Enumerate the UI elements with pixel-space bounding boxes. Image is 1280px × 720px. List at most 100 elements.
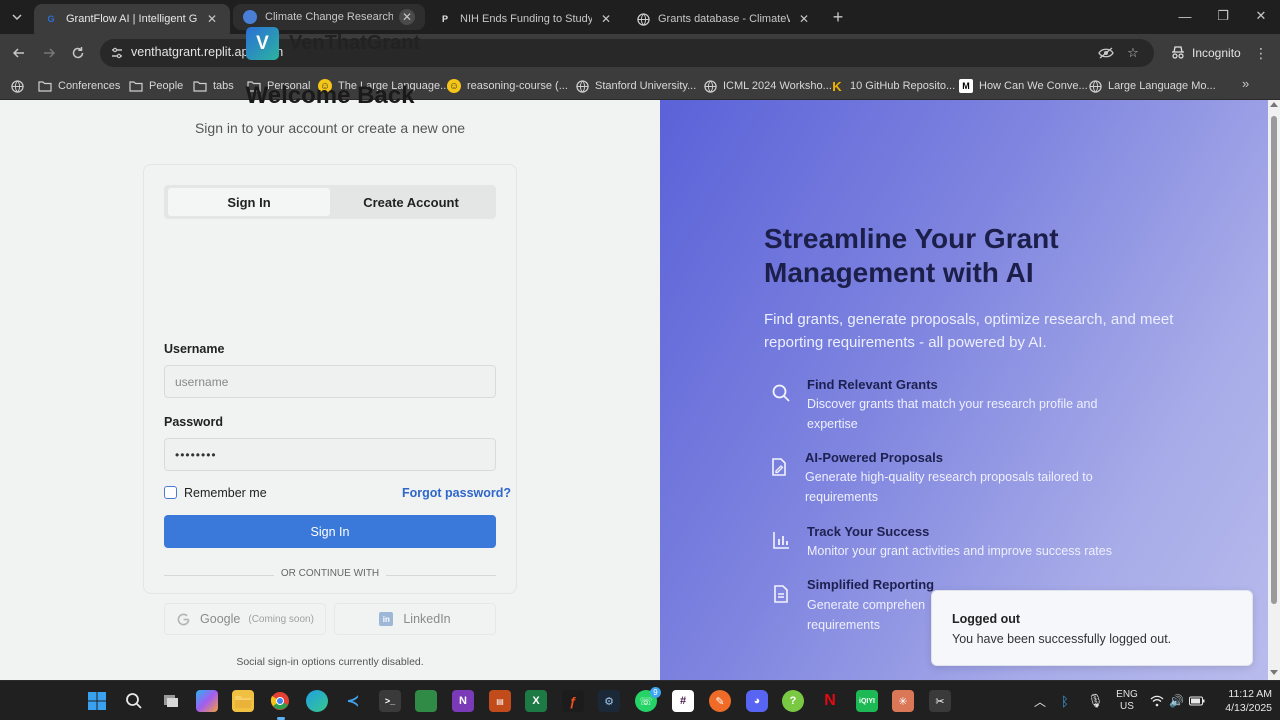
windows-taskbar: ≺ >_ N ▤ X ƒ ⚙ ☏ 9 # ✎ ◕ ? N iQIYI ✳ ✂ ︿… <box>0 680 1280 720</box>
browser-tab-climateworks[interactable]: Grants database - ClimateWork ✕ <box>626 4 822 34</box>
bookmarks-overflow-icon[interactable]: » <box>1242 76 1249 91</box>
tray-overflow-icon[interactable]: ︿ <box>1034 681 1046 720</box>
reload-button[interactable] <box>67 42 89 64</box>
claude-icon[interactable]: ✳ <box>892 690 914 712</box>
sign-in-button[interactable]: Sign In <box>164 515 496 548</box>
bookmark-llm-mo[interactable]: Large Language Mo... <box>1088 76 1216 96</box>
divider-text: OR CONTINUE WITH <box>280 568 380 579</box>
figma-icon[interactable]: ƒ <box>562 690 584 712</box>
toast-message: You have been successfully logged out. <box>952 632 1172 646</box>
feature-desc: Monitor your grant activities and improv… <box>807 544 1112 558</box>
incognito-icon <box>1172 46 1184 59</box>
tab-create-account[interactable]: Create Account <box>330 188 492 216</box>
copilot-icon[interactable] <box>196 690 218 712</box>
globe-icon <box>636 12 650 26</box>
restore-button[interactable]: ❐ <box>1204 0 1242 32</box>
task-view-icon[interactable] <box>160 690 182 712</box>
google-signin-button[interactable]: Google (Coming soon) <box>164 603 326 635</box>
forward-button[interactable] <box>38 42 60 64</box>
tab-sign-in[interactable]: Sign In <box>168 188 330 216</box>
search-icon[interactable] <box>123 690 145 712</box>
forgot-password-link[interactable]: Forgot password? <box>402 486 511 500</box>
sheets-app-icon[interactable] <box>415 690 437 712</box>
close-tab-icon[interactable]: ✕ <box>598 11 614 27</box>
brand-logo: V <box>246 27 279 60</box>
bookmark-label: 10 GitHub Reposito... <box>850 80 956 92</box>
system-clock[interactable]: 11:12 AM 4/13/2025 <box>1212 687 1272 715</box>
new-tab-button[interactable]: + <box>828 7 848 27</box>
close-tab-icon[interactable]: ✕ <box>204 11 220 27</box>
scrollbar-thumb[interactable] <box>1271 116 1277 604</box>
linkedin-label: LinkedIn <box>403 612 451 626</box>
logout-toast[interactable]: Logged out You have been successfully lo… <box>931 590 1253 666</box>
username-field[interactable]: username <box>164 365 496 398</box>
tab-strip: G GrantFlow AI | Intelligent Grant ✕ Cli… <box>0 0 1280 34</box>
scroll-up-arrow-icon[interactable] <box>1270 102 1278 107</box>
wifi-icon[interactable] <box>1150 681 1164 720</box>
snipping-tool-icon[interactable]: ✂ <box>929 690 951 712</box>
whatsapp-badge: 9 <box>650 687 661 698</box>
close-window-button[interactable]: ✕ <box>1242 0 1280 32</box>
password-field[interactable]: •••••••• <box>164 438 496 471</box>
tab-search-button[interactable] <box>6 6 28 28</box>
bookmark-star-icon[interactable]: ☆ <box>1125 45 1141 61</box>
onenote-icon[interactable]: N <box>452 690 474 712</box>
chrome-icon[interactable] <box>269 690 291 712</box>
language-indicator[interactable]: ENG US <box>1115 681 1139 720</box>
file-explorer-icon[interactable] <box>232 690 254 712</box>
bookmark-label: How Can We Conve... <box>979 80 1088 92</box>
microphone-icon[interactable]: 🎙 <box>1087 681 1104 720</box>
bookmark-icml[interactable]: ICML 2024 Worksho... <box>703 76 832 96</box>
continue-divider: OR CONTINUE WITH <box>164 568 496 582</box>
app-green-icon[interactable]: ? <box>782 690 804 712</box>
windows-start-icon[interactable] <box>86 690 108 712</box>
bar-chart-icon <box>766 525 796 555</box>
terminal-icon[interactable]: >_ <box>379 690 401 712</box>
social-disabled-note: Social sign-in options currently disable… <box>236 656 424 668</box>
close-tab-icon[interactable]: ✕ <box>399 9 415 25</box>
arrow-left-icon <box>12 48 24 58</box>
feature-title: Track Your Success <box>807 524 930 539</box>
bookmark-github[interactable]: K 10 GitHub Reposito... <box>830 76 955 96</box>
document-pen-icon <box>764 452 794 482</box>
arrow-right-icon <box>44 48 56 58</box>
reload-icon <box>72 47 84 59</box>
vscode-icon[interactable]: ≺ <box>342 690 364 712</box>
site-settings-icon[interactable] <box>110 46 124 60</box>
netflix-icon[interactable]: N <box>819 690 841 712</box>
app-green-badge-icon[interactable]: iQIYI <box>856 690 878 712</box>
linkedin-signin-button[interactable]: in LinkedIn <box>334 603 496 635</box>
m-icon: M <box>959 79 973 93</box>
edge-icon[interactable] <box>306 690 328 712</box>
browser-tab-grantflow[interactable]: G GrantFlow AI | Intelligent Grant ✕ <box>34 4 230 34</box>
eye-off-icon[interactable] <box>1098 45 1114 61</box>
file-text-icon <box>766 579 796 609</box>
app-orange-icon[interactable]: ✎ <box>709 690 731 712</box>
tab-title: NIH Ends Funding to Study the <box>460 13 592 25</box>
steam-icon[interactable]: ⚙ <box>598 690 620 712</box>
excel-icon[interactable]: X <box>525 690 547 712</box>
minimize-button[interactable]: — <box>1166 0 1204 32</box>
close-tab-icon[interactable]: ✕ <box>796 11 812 27</box>
bluetooth-icon[interactable]: ᛒ <box>1061 681 1069 720</box>
bookmark-medium[interactable]: M How Can We Conve... <box>959 76 1088 96</box>
battery-icon[interactable] <box>1189 681 1205 720</box>
remember-me-checkbox[interactable] <box>164 486 177 499</box>
incognito-indicator[interactable]: Incognito <box>1162 40 1251 66</box>
powerpoint-app-icon[interactable]: ▤ <box>489 690 511 712</box>
feature-desc: Generate comprehen requirements <box>807 598 926 632</box>
chevron-down-icon <box>12 14 22 21</box>
language-code: ENG <box>1116 689 1138 700</box>
hero-title: Streamline Your Grant Management with AI <box>764 222 1059 290</box>
discord-icon[interactable]: ◕ <box>746 690 768 712</box>
browser-tab-nih[interactable]: P NIH Ends Funding to Study the ✕ <box>428 4 624 34</box>
hero-subtitle: Find grants, generate proposals, optimiz… <box>764 311 1174 351</box>
tab-title: GrantFlow AI | Intelligent Grant <box>66 13 198 25</box>
volume-icon[interactable]: 🔊 <box>1169 681 1184 720</box>
back-button[interactable] <box>8 42 30 64</box>
region-code: US <box>1120 701 1134 712</box>
scroll-down-arrow-icon[interactable] <box>1270 670 1278 675</box>
browser-menu-button[interactable]: ⋮ <box>1252 43 1270 63</box>
remember-me-label[interactable]: Remember me <box>184 486 267 500</box>
slack-icon[interactable]: # <box>672 690 694 712</box>
